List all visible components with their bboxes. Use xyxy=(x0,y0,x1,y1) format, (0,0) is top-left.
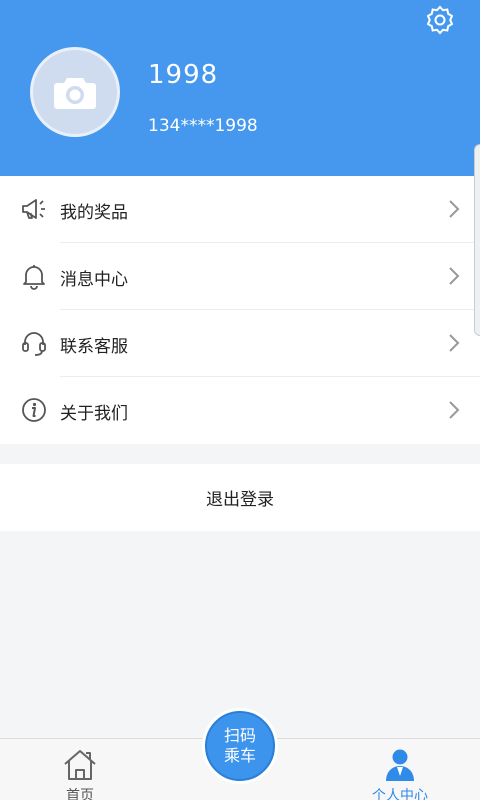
menu-item-messages[interactable]: 消息中心 xyxy=(0,243,480,310)
info-icon xyxy=(22,398,46,422)
menu-item-prizes[interactable]: 我的奖品 xyxy=(0,176,480,243)
chevron-right-icon xyxy=(449,401,460,419)
menu-item-label: 消息中心 xyxy=(60,270,128,290)
menu-item-label: 关于我们 xyxy=(60,404,128,424)
phone-number: 134****1998 xyxy=(148,116,258,136)
scan-ride-button-face: 扫码 乘车 xyxy=(205,711,275,781)
username: 1998 xyxy=(148,60,219,90)
menu-item-about[interactable]: 关于我们 xyxy=(0,377,480,444)
menu-item-label: 联系客服 xyxy=(60,337,128,357)
avatar[interactable] xyxy=(30,47,120,137)
edge-panel-handle[interactable] xyxy=(474,144,480,336)
tab-profile-label: 个人中心 xyxy=(372,788,428,800)
user-icon xyxy=(386,749,414,781)
camera-icon xyxy=(54,78,96,109)
menu-item-customer-service[interactable]: 联系客服 xyxy=(0,310,480,377)
gear-icon[interactable] xyxy=(424,4,456,36)
tab-profile[interactable]: 个人中心 xyxy=(360,739,440,800)
home-icon xyxy=(64,750,96,780)
chevron-right-icon xyxy=(449,334,460,352)
chevron-right-icon xyxy=(449,267,460,285)
tab-home[interactable]: 首页 xyxy=(40,739,120,800)
headset-icon xyxy=(22,332,46,356)
profile-header: 1998 134****1998 xyxy=(0,0,480,176)
scan-ride-button[interactable]: 扫码 乘车 xyxy=(202,708,278,784)
tab-home-label: 首页 xyxy=(66,788,94,800)
menu-item-label: 我的奖品 xyxy=(60,203,128,223)
bell-icon xyxy=(23,265,45,290)
logout-button[interactable]: 退出登录 xyxy=(0,464,480,531)
chevron-right-icon xyxy=(449,200,460,218)
scan-label-line2: 乘车 xyxy=(223,746,256,765)
scan-label-line1: 扫码 xyxy=(223,726,256,745)
megaphone-icon xyxy=(22,199,45,219)
menu-list: 我的奖品 消息中心 联系客服 关于我们 xyxy=(0,176,480,444)
